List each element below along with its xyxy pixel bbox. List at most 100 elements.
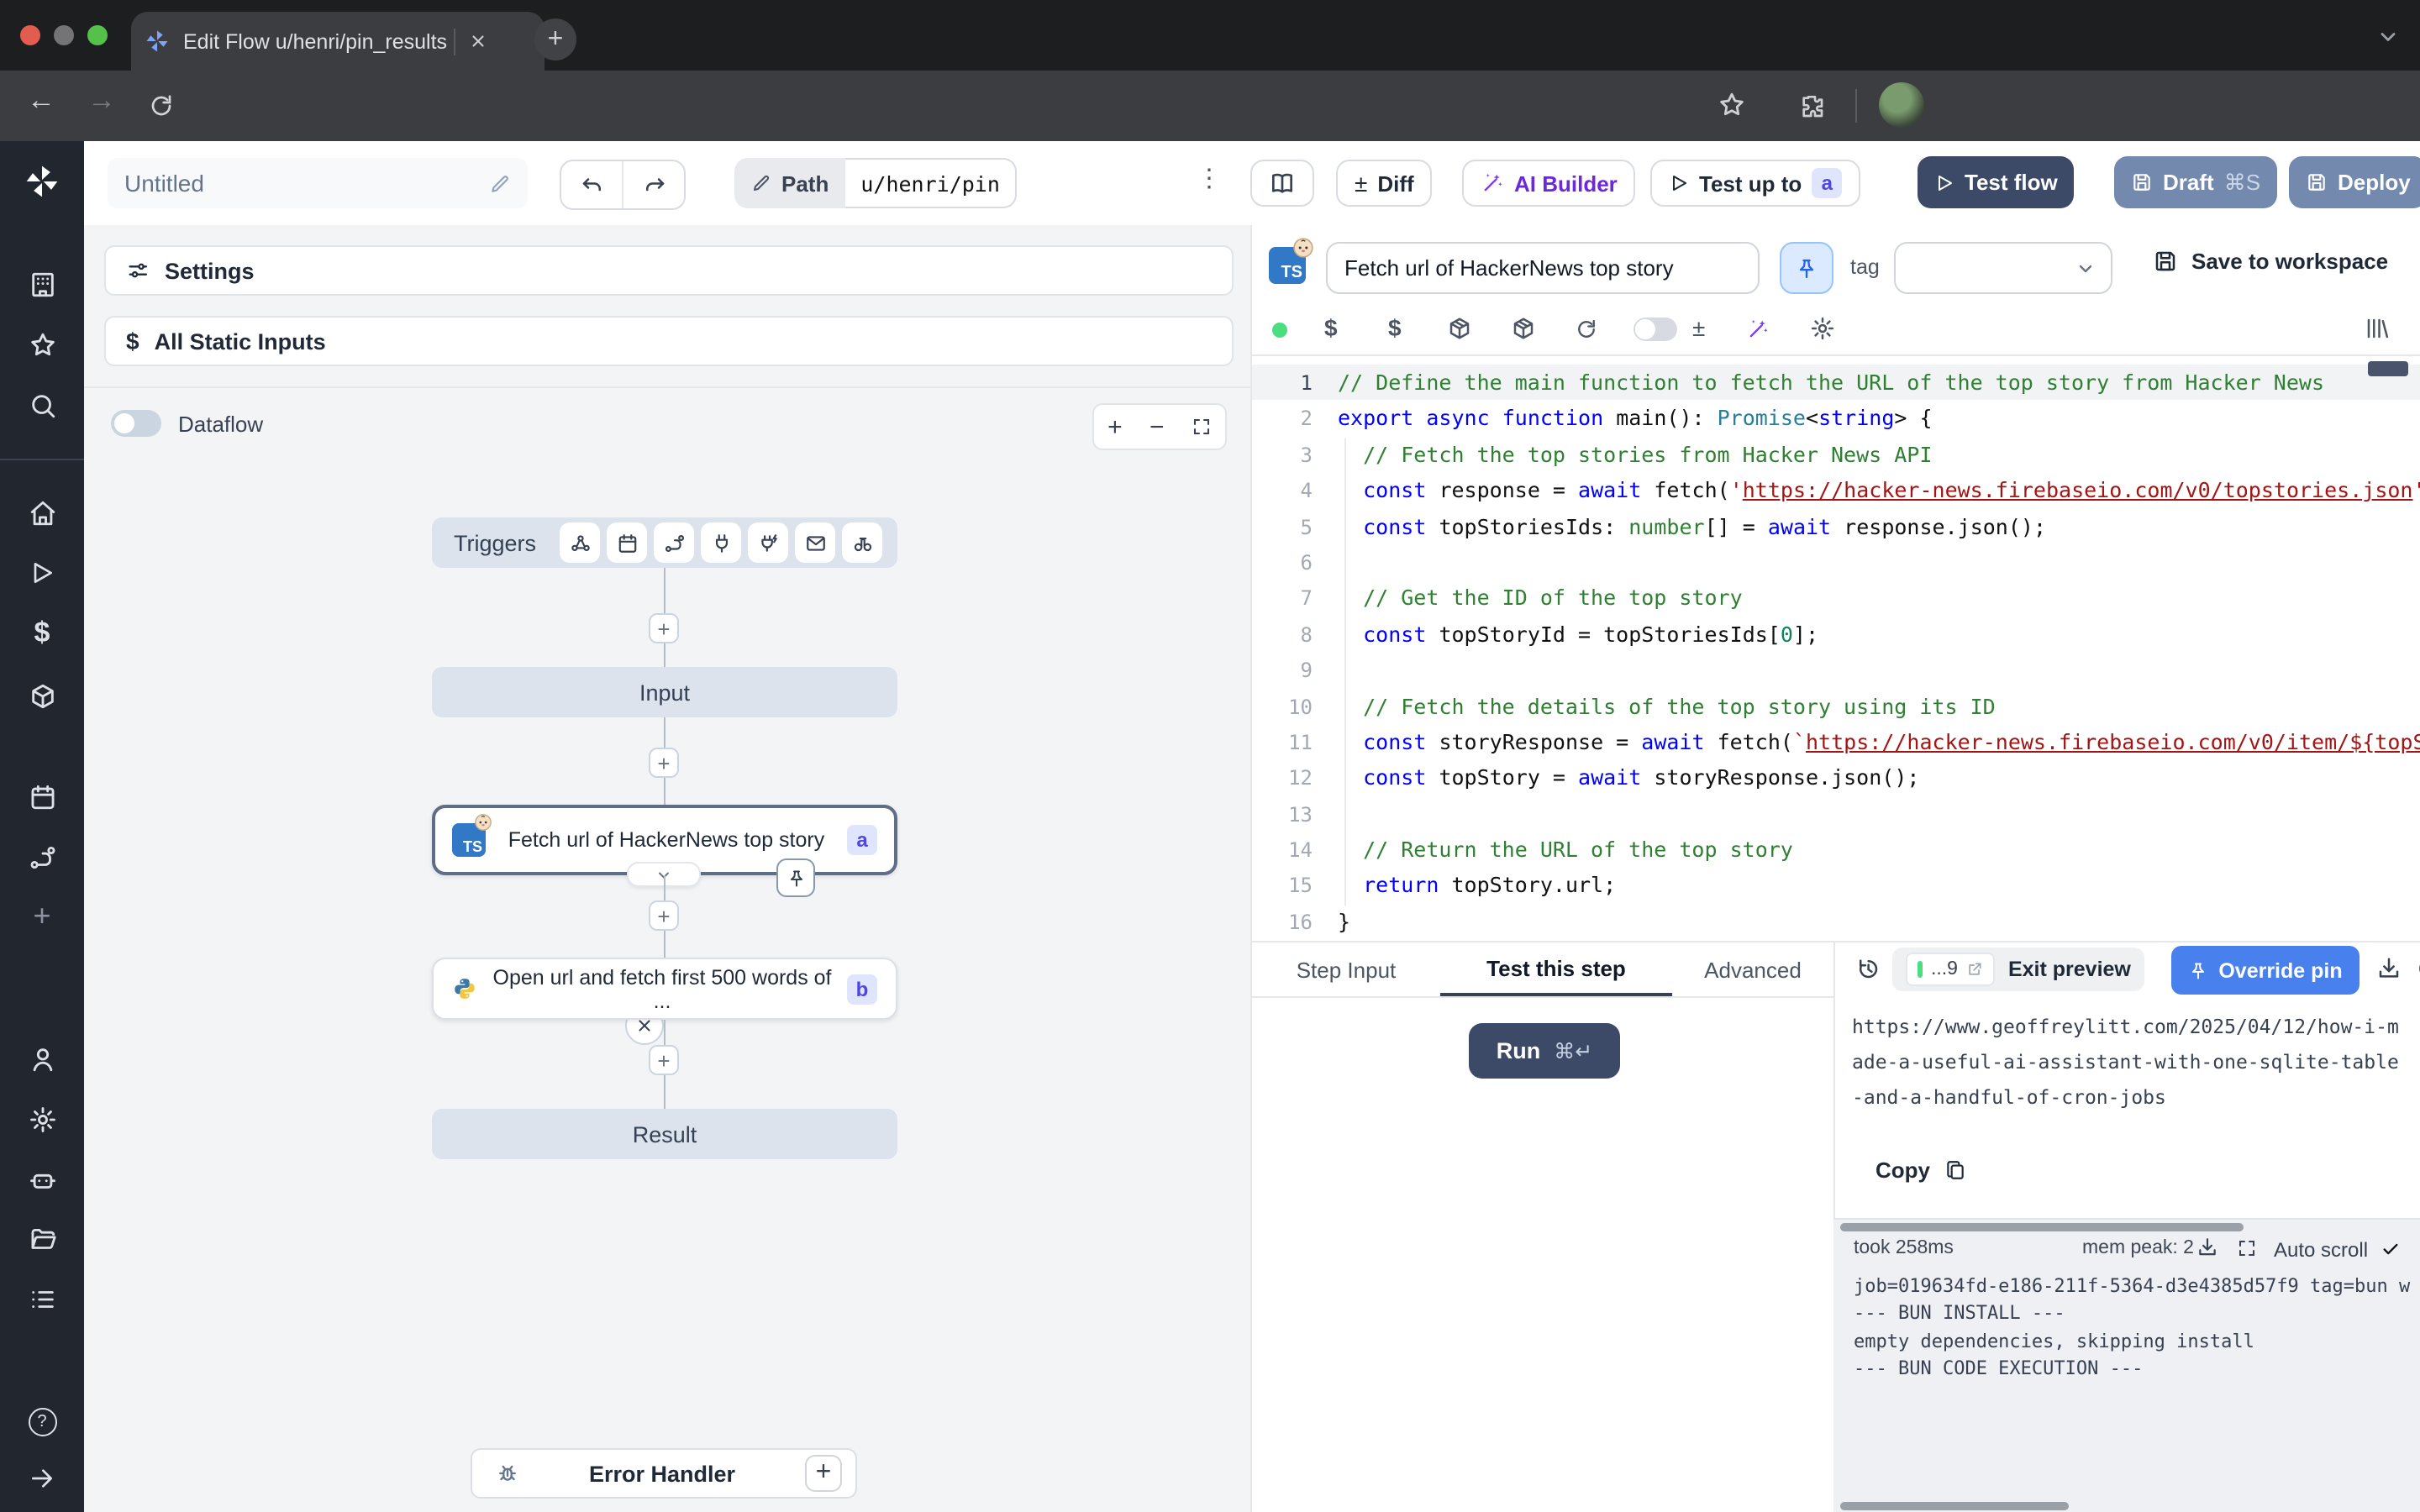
history-icon[interactable] — [1855, 956, 1881, 981]
add-step-button[interactable]: + — [649, 748, 679, 778]
schedule-trigger-button[interactable] — [607, 522, 647, 563]
add-step-button[interactable]: + — [649, 900, 679, 931]
code-line[interactable]: 16} — [1252, 904, 2420, 940]
poll-trigger-button[interactable] — [842, 522, 882, 563]
settings-bar[interactable]: Settings — [104, 245, 1234, 296]
pin-toggle-button[interactable] — [1780, 242, 1833, 294]
library-icon[interactable] — [2365, 316, 2390, 341]
extensions-icon[interactable] — [1798, 92, 1825, 119]
tab-search-chevron-icon[interactable] — [2376, 25, 2400, 49]
zoom-in-button[interactable]: + — [1107, 412, 1123, 441]
diff-mode-toggle[interactable] — [1634, 318, 1677, 341]
back-button[interactable]: ← — [27, 84, 55, 118]
log-panel[interactable]: took 258ms mem peak: 2 Auto scroll job=0… — [1833, 1218, 2420, 1512]
profile-avatar[interactable] — [1879, 82, 1924, 128]
sidebar-item-create[interactable]: + — [22, 895, 62, 936]
windmill-logo-icon[interactable] — [22, 161, 62, 202]
triggers-node[interactable]: Triggers — [432, 517, 897, 568]
sidebar-item-variables[interactable]: $ — [22, 613, 62, 654]
sidebar-item-search[interactable] — [22, 385, 62, 425]
ai-builder-button[interactable]: AI Builder — [1462, 160, 1636, 207]
sidebar-item-schedules[interactable] — [22, 776, 62, 816]
sidebar-item-favorites[interactable] — [22, 324, 62, 365]
docs-button[interactable] — [1250, 160, 1314, 207]
kafka-trigger-button[interactable] — [748, 522, 788, 563]
copy-button[interactable]: Copy — [1876, 1158, 1965, 1183]
log-hscrollbar-bottom[interactable] — [1840, 1502, 2069, 1510]
code-line[interactable]: 12 const topStory = await storyResponse.… — [1252, 760, 2420, 796]
save-to-workspace-button[interactable]: Save to workspace — [2153, 249, 2388, 274]
code-line[interactable]: 13 — [1252, 795, 2420, 832]
code-line[interactable]: 7 // Get the ID of the top story — [1252, 580, 2420, 617]
error-handler-node[interactable]: Error Handler + — [471, 1448, 857, 1499]
editor-scrollbar-thumb[interactable] — [2368, 361, 2408, 376]
flow-name-field[interactable]: Untitled — [108, 158, 528, 208]
draft-button[interactable]: Draft⌘S — [2114, 156, 2277, 208]
code-line[interactable]: 15 return topStory.url; — [1252, 868, 2420, 904]
sidebar-item-workers[interactable] — [22, 1159, 62, 1200]
window-minimize-button[interactable] — [54, 25, 74, 45]
plus-minus-icon[interactable]: ± — [1692, 314, 1705, 341]
editor-settings-gear-icon[interactable] — [1810, 316, 1835, 341]
tab-test-this-step[interactable]: Test this step — [1440, 942, 1672, 996]
sidebar-item-audit-logs[interactable] — [22, 1278, 62, 1319]
ai-wand-icon[interactable] — [1746, 318, 1770, 341]
info-icon[interactable] — [2417, 956, 2420, 981]
exit-preview-button[interactable]: Exit preview — [2008, 958, 2131, 981]
code-line[interactable]: 4 const response = await fetch('https://… — [1252, 472, 2420, 508]
test-up-to-button[interactable]: Test up toa — [1650, 160, 1860, 207]
tag-select[interactable] — [1894, 242, 2112, 294]
add-step-button[interactable]: + — [649, 1045, 679, 1075]
new-tab-button[interactable]: + — [534, 18, 576, 60]
forward-button[interactable]: → — [87, 84, 116, 118]
test-flow-button[interactable]: Test flow — [1918, 156, 2075, 208]
deploy-button[interactable]: Deploy — [2289, 156, 2420, 208]
sidebar-item-folders[interactable] — [22, 1218, 62, 1258]
add-error-handler-button[interactable]: + — [805, 1455, 842, 1492]
tab-close-icon[interactable] — [469, 32, 487, 50]
reload-icon[interactable] — [1575, 318, 1598, 341]
sidebar-item-workspace[interactable] — [22, 264, 62, 304]
external-link-icon[interactable] — [1966, 961, 1983, 978]
job-id-chip[interactable]: ...9 — [1906, 953, 1995, 986]
sidebar-item-runs[interactable] — [22, 553, 62, 593]
more-options-kebab-icon[interactable]: ⋮ — [1197, 163, 1222, 193]
check-icon[interactable] — [2381, 1240, 2400, 1258]
download-log-icon[interactable] — [2196, 1236, 2218, 1258]
code-line[interactable]: 3 // Fetch the top stories from Hacker N… — [1252, 437, 2420, 473]
window-zoom-button[interactable] — [87, 25, 108, 45]
redo-button[interactable] — [623, 161, 684, 208]
window-close-button[interactable] — [20, 25, 40, 45]
package-icon[interactable] — [1447, 316, 1472, 341]
sidebar-item-account[interactable] — [22, 1038, 62, 1079]
email-trigger-button[interactable] — [795, 522, 835, 563]
dataflow-toggle[interactable] — [111, 410, 161, 437]
route-trigger-button[interactable] — [654, 522, 694, 563]
sidebar-item-settings[interactable] — [22, 1099, 62, 1139]
download-result-icon[interactable] — [2376, 956, 2402, 981]
code-editor[interactable]: 1// Define the main function to fetch th… — [1252, 356, 2420, 941]
sidebar-item-resources[interactable] — [22, 675, 62, 716]
result-node[interactable]: Result — [432, 1109, 897, 1159]
code-line[interactable]: 11 const storyResponse = await fetch(`ht… — [1252, 724, 2420, 760]
fit-view-icon[interactable] — [1192, 417, 1212, 437]
vault-dollar-icon[interactable]: $ — [1324, 314, 1338, 341]
pin-result-button[interactable] — [776, 858, 815, 897]
code-line[interactable]: 6 — [1252, 544, 2420, 580]
all-static-inputs-bar[interactable]: $All Static Inputs — [104, 316, 1234, 366]
tab-advanced[interactable]: Advanced — [1672, 942, 1833, 996]
code-line[interactable]: 8 const topStoryId = topStoriesIds[0]; — [1252, 616, 2420, 652]
input-node[interactable]: Input — [432, 667, 897, 717]
step-node-b[interactable]: Open url and fetch first 500 words of ..… — [432, 958, 897, 1020]
reload-icon[interactable] — [148, 92, 175, 119]
code-line[interactable]: 2export async function main(): Promise<s… — [1252, 401, 2420, 437]
add-step-button[interactable]: + — [649, 613, 679, 643]
path-chip[interactable]: Path u/henri/pin — [734, 158, 1017, 208]
undo-button[interactable] — [561, 161, 623, 208]
run-button[interactable]: Run ⌘↵ — [1469, 1023, 1620, 1079]
sidebar-item-home[interactable] — [22, 492, 62, 533]
bookmark-star-icon[interactable] — [1718, 91, 1746, 119]
sidebar-item-routes[interactable] — [22, 837, 62, 877]
package-icon[interactable] — [1511, 316, 1536, 341]
step-name-input[interactable] — [1326, 242, 1760, 294]
